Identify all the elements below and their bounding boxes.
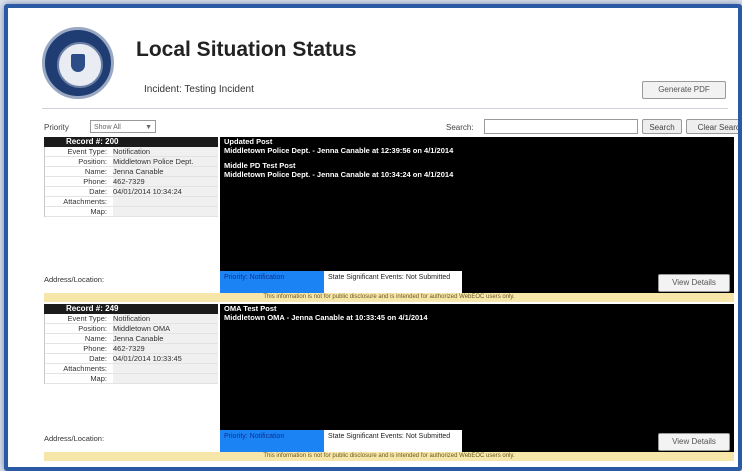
name-value: Jenna Canable [113,334,218,343]
phone-label: Phone: [83,344,107,353]
seal-shield-icon [71,54,85,72]
post-meta: Middletown Police Dept. - Jenna Canable … [224,170,454,179]
date-label: Date: [89,187,107,196]
date-value: 04/01/2014 10:33:45 [113,354,218,363]
position-label: Position: [78,157,107,166]
position-label: Position: [78,324,107,333]
address-location-label: Address/Location: [44,434,105,443]
post-entry: Updated Post Middletown Police Dept. - J… [220,137,734,155]
name-value: Jenna Canable [113,167,218,176]
post-meta: Middletown OMA - Jenna Canable at 10:33:… [224,313,428,322]
chevron-down-icon: ▼ [145,124,152,131]
event-type-row: Event Type: Notification [45,147,218,157]
view-details-button[interactable]: View Details [658,274,730,292]
post-meta: Middletown Police Dept. - Jenna Canable … [224,146,454,155]
posts-panel: Updated Post Middletown Police Dept. - J… [220,137,734,271]
post-title: Updated Post [224,137,273,146]
map-label: Map: [90,374,107,383]
event-type-label: Event Type: [67,147,107,156]
generate-pdf-button[interactable]: Generate PDF [642,81,726,99]
filter-toolbar: Priority Show All ▼ Search: Search Clear… [44,119,738,137]
organization-seal-logo [42,27,114,99]
phone-value: 462-7329 [113,177,218,186]
event-type-label: Event Type: [67,314,107,323]
post-entry: OMA Test Post Middletown OMA - Jenna Can… [220,304,734,322]
clear-search-button[interactable]: Clear Search [686,119,738,134]
event-type-value: Notification [113,314,218,323]
record-details: Record #: 200 Event Type: Notification P… [44,137,218,217]
record-card: Record #: 249 Event Type: Notification P… [44,304,734,463]
position-value: Middletown OMA [113,324,218,333]
state-significant-events-status: State Significant Events: Not Submitted [324,271,462,293]
search-label: Search: [446,123,474,132]
map-label: Map: [90,207,107,216]
position-row: Position: Middletown Police Dept. [45,157,218,167]
priority-badge: Priority: Notification [220,430,324,452]
record-status-bar: Priority: Notification State Significant… [220,271,734,293]
post-title: Middle PD Test Post [224,161,296,170]
date-label: Date: [89,354,107,363]
view-details-button[interactable]: View Details [658,433,730,451]
search-button[interactable]: Search [642,119,682,134]
phone-row: Phone: 462-7329 [45,344,218,354]
address-location-label: Address/Location: [44,275,105,284]
priority-dropdown[interactable]: Show All ▼ [90,120,156,133]
attachments-label: Attachments: [63,364,107,373]
phone-row: Phone: 462-7329 [45,177,218,187]
attachments-row: Attachments: [45,364,218,374]
attachments-row: Attachments: [45,197,218,207]
search-input[interactable] [484,119,638,134]
name-label: Name: [84,167,107,176]
disclosure-notice: This information is not for public discl… [44,452,734,461]
attachments-label: Attachments: [63,197,107,206]
position-value: Middletown Police Dept. [113,157,218,166]
record-number: Record #: 249 [44,304,218,314]
header-divider [42,108,728,109]
date-value: 04/01/2014 10:34:24 [113,187,218,196]
phone-value: 462-7329 [113,344,218,353]
date-row: Date: 04/01/2014 10:34:24 [45,187,218,197]
post-entry: Middle PD Test Post Middletown Police De… [220,161,734,179]
event-type-row: Event Type: Notification [45,314,218,324]
name-row: Name: Jenna Canable [45,167,218,177]
name-row: Name: Jenna Canable [45,334,218,344]
record-number: Record #: 200 [44,137,218,147]
disclosure-notice: This information is not for public discl… [44,293,734,302]
name-label: Name: [84,334,107,343]
incident-name: Incident: Testing Incident [144,84,254,95]
posts-panel: OMA Test Post Middletown OMA - Jenna Can… [220,304,734,430]
priority-label: Priority [44,123,69,132]
record-card: Record #: 200 Event Type: Notification P… [44,137,734,304]
date-row: Date: 04/01/2014 10:33:45 [45,354,218,364]
priority-selected-value: Show All [94,124,121,131]
priority-badge: Priority: Notification [220,271,324,293]
record-status-bar: Priority: Notification State Significant… [220,430,734,452]
status-board-window: Local Situation Status Incident: Testing… [4,4,742,471]
map-row: Map: [45,374,218,384]
post-title: OMA Test Post [224,304,277,313]
event-type-value: Notification [113,147,218,156]
record-details: Record #: 249 Event Type: Notification P… [44,304,218,384]
phone-label: Phone: [83,177,107,186]
map-row: Map: [45,207,218,217]
page-title: Local Situation Status [136,38,357,61]
state-significant-events-status: State Significant Events: Not Submitted [324,430,462,452]
position-row: Position: Middletown OMA [45,324,218,334]
